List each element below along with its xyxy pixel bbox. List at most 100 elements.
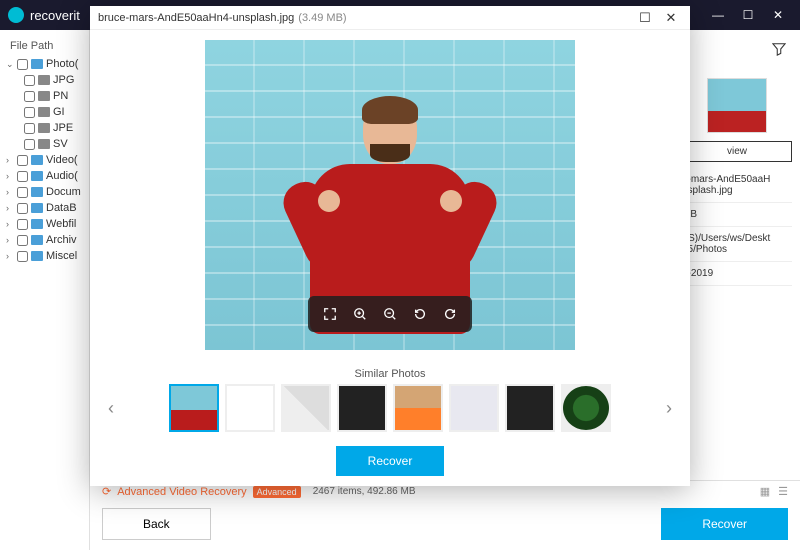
preview-button[interactable]: view — [682, 141, 792, 162]
similar-thumb[interactable] — [337, 384, 387, 432]
folder-icon — [38, 91, 50, 101]
details-size: MB — [682, 203, 792, 227]
folder-icon — [38, 107, 50, 117]
tree-checkbox[interactable] — [24, 123, 35, 134]
tree-checkbox[interactable] — [24, 91, 35, 102]
tree-checkbox[interactable] — [17, 187, 28, 198]
tree-checkbox[interactable] — [24, 139, 35, 150]
tree-item-label: GI — [53, 106, 65, 118]
tree-item-jpe[interactable]: JPE — [4, 120, 85, 136]
fit-screen-icon[interactable] — [318, 302, 342, 326]
tree-item-label: DataB — [46, 202, 77, 214]
tree-item-datab[interactable]: › DataB — [4, 200, 85, 216]
tree-item-label: Webfil — [46, 218, 76, 230]
back-button[interactable]: Back — [102, 508, 211, 540]
similar-thumb[interactable] — [505, 384, 555, 432]
preview-dialog: bruce-mars-AndE50aaHn4-unsplash.jpg (3.4… — [90, 6, 690, 486]
rotate-right-icon[interactable] — [438, 302, 462, 326]
folder-icon — [38, 75, 50, 85]
tree-item-label: Audio( — [46, 170, 78, 182]
dialog-filename: bruce-mars-AndE50aaHn4-unsplash.jpg — [98, 12, 294, 24]
carousel-prev-icon[interactable]: ‹ — [102, 398, 120, 419]
zoom-in-icon[interactable] — [348, 302, 372, 326]
tree-item-webfil[interactable]: › Webfil — [4, 216, 85, 232]
chevron-icon[interactable]: › — [6, 155, 14, 165]
folder-icon — [31, 203, 43, 213]
dialog-titlebar: bruce-mars-AndE50aaHn4-unsplash.jpg (3.4… — [90, 6, 690, 30]
bottom-bar: ⟳ Advanced Video Recovery Advanced 2467 … — [90, 480, 800, 550]
similar-thumb[interactable] — [281, 384, 331, 432]
chevron-icon[interactable]: › — [6, 187, 14, 197]
tree-item-label: Miscel — [46, 250, 77, 262]
brand-text: recoverit — [30, 8, 80, 23]
dialog-filesize: (3.49 MB) — [298, 12, 346, 24]
similar-thumb[interactable] — [393, 384, 443, 432]
dialog-recover-button[interactable]: Recover — [336, 446, 445, 476]
preview-toolbar — [308, 296, 472, 332]
similar-thumb[interactable] — [169, 384, 219, 432]
tree-checkbox[interactable] — [17, 155, 28, 166]
tree-checkbox[interactable] — [17, 171, 28, 182]
carousel-next-icon[interactable]: › — [660, 398, 678, 419]
details-thumbnail — [707, 78, 767, 133]
filter-icon[interactable] — [772, 42, 786, 56]
chevron-icon[interactable]: › — [6, 219, 14, 229]
tree-checkbox[interactable] — [17, 203, 28, 214]
chevron-icon[interactable]: › — [6, 251, 14, 261]
folder-icon — [38, 123, 50, 133]
tree-item-pn[interactable]: PN — [4, 88, 85, 104]
window-close-button[interactable]: ✕ — [764, 4, 792, 26]
file-tree-sidebar: File Path ⌄Photo(JPGPNGIJPESV›Video(›Aud… — [0, 30, 90, 550]
folder-icon — [31, 59, 43, 69]
sidebar-header: File Path — [4, 36, 85, 56]
tree-checkbox[interactable] — [17, 59, 28, 70]
tree-item-photo[interactable]: ⌄ Photo( — [4, 56, 85, 72]
app-logo: recoverit — [8, 7, 80, 23]
tree-item-docum[interactable]: › Docum — [4, 184, 85, 200]
tree-item-label: JPG — [53, 74, 74, 86]
window-minimize-button[interactable]: — — [704, 4, 732, 26]
chevron-icon[interactable]: › — [6, 171, 14, 181]
tree-item-label: JPE — [53, 122, 73, 134]
rotate-left-icon[interactable] — [408, 302, 432, 326]
similar-thumb[interactable] — [561, 384, 611, 432]
grid-view-icon[interactable]: ▦ — [760, 485, 770, 498]
chevron-icon[interactable]: ⌄ — [6, 59, 14, 70]
tree-item-label: Docum — [46, 186, 81, 198]
tree-item-jpg[interactable]: JPG — [4, 72, 85, 88]
details-name: e-mars-AndE50aaHnsplash.jpg — [682, 168, 792, 203]
tree-item-video[interactable]: ›Video( — [4, 152, 85, 168]
folder-icon — [31, 171, 43, 181]
zoom-out-icon[interactable] — [378, 302, 402, 326]
adv-recovery-link[interactable]: Advanced Video Recovery — [117, 486, 246, 498]
tree-item-audio[interactable]: › Audio( — [4, 168, 85, 184]
similar-title: Similar Photos — [102, 364, 678, 384]
tree-checkbox[interactable] — [17, 251, 28, 262]
preview-canvas — [90, 30, 690, 360]
tree-item-label: Photo( — [46, 58, 78, 70]
list-view-icon[interactable]: ☰ — [778, 485, 788, 498]
tree-checkbox[interactable] — [17, 235, 28, 246]
similar-photos-section: Similar Photos ‹ › — [90, 360, 690, 440]
dialog-close-button[interactable]: ✕ — [660, 8, 682, 28]
chevron-icon[interactable]: › — [6, 203, 14, 213]
folder-icon — [31, 235, 43, 245]
details-date: 3-2019 — [682, 262, 792, 286]
chevron-icon[interactable]: › — [6, 235, 14, 245]
similar-thumb[interactable] — [225, 384, 275, 432]
dialog-maximize-button[interactable]: ☐ — [634, 8, 656, 28]
tree-item-gi[interactable]: GI — [4, 104, 85, 120]
folder-icon — [31, 187, 43, 197]
tree-item-sv[interactable]: SV — [4, 136, 85, 152]
loading-icon: ⟳ — [102, 485, 111, 498]
window-maximize-button[interactable]: ☐ — [734, 4, 762, 26]
tree-item-archiv[interactable]: ›Archiv — [4, 232, 85, 248]
tree-checkbox[interactable] — [17, 219, 28, 230]
preview-image — [205, 40, 575, 350]
tree-item-miscel[interactable]: › Miscel — [4, 248, 85, 264]
adv-badge: Advanced — [253, 486, 301, 498]
recover-button[interactable]: Recover — [661, 508, 788, 540]
tree-checkbox[interactable] — [24, 107, 35, 118]
similar-thumb[interactable] — [449, 384, 499, 432]
tree-checkbox[interactable] — [24, 75, 35, 86]
